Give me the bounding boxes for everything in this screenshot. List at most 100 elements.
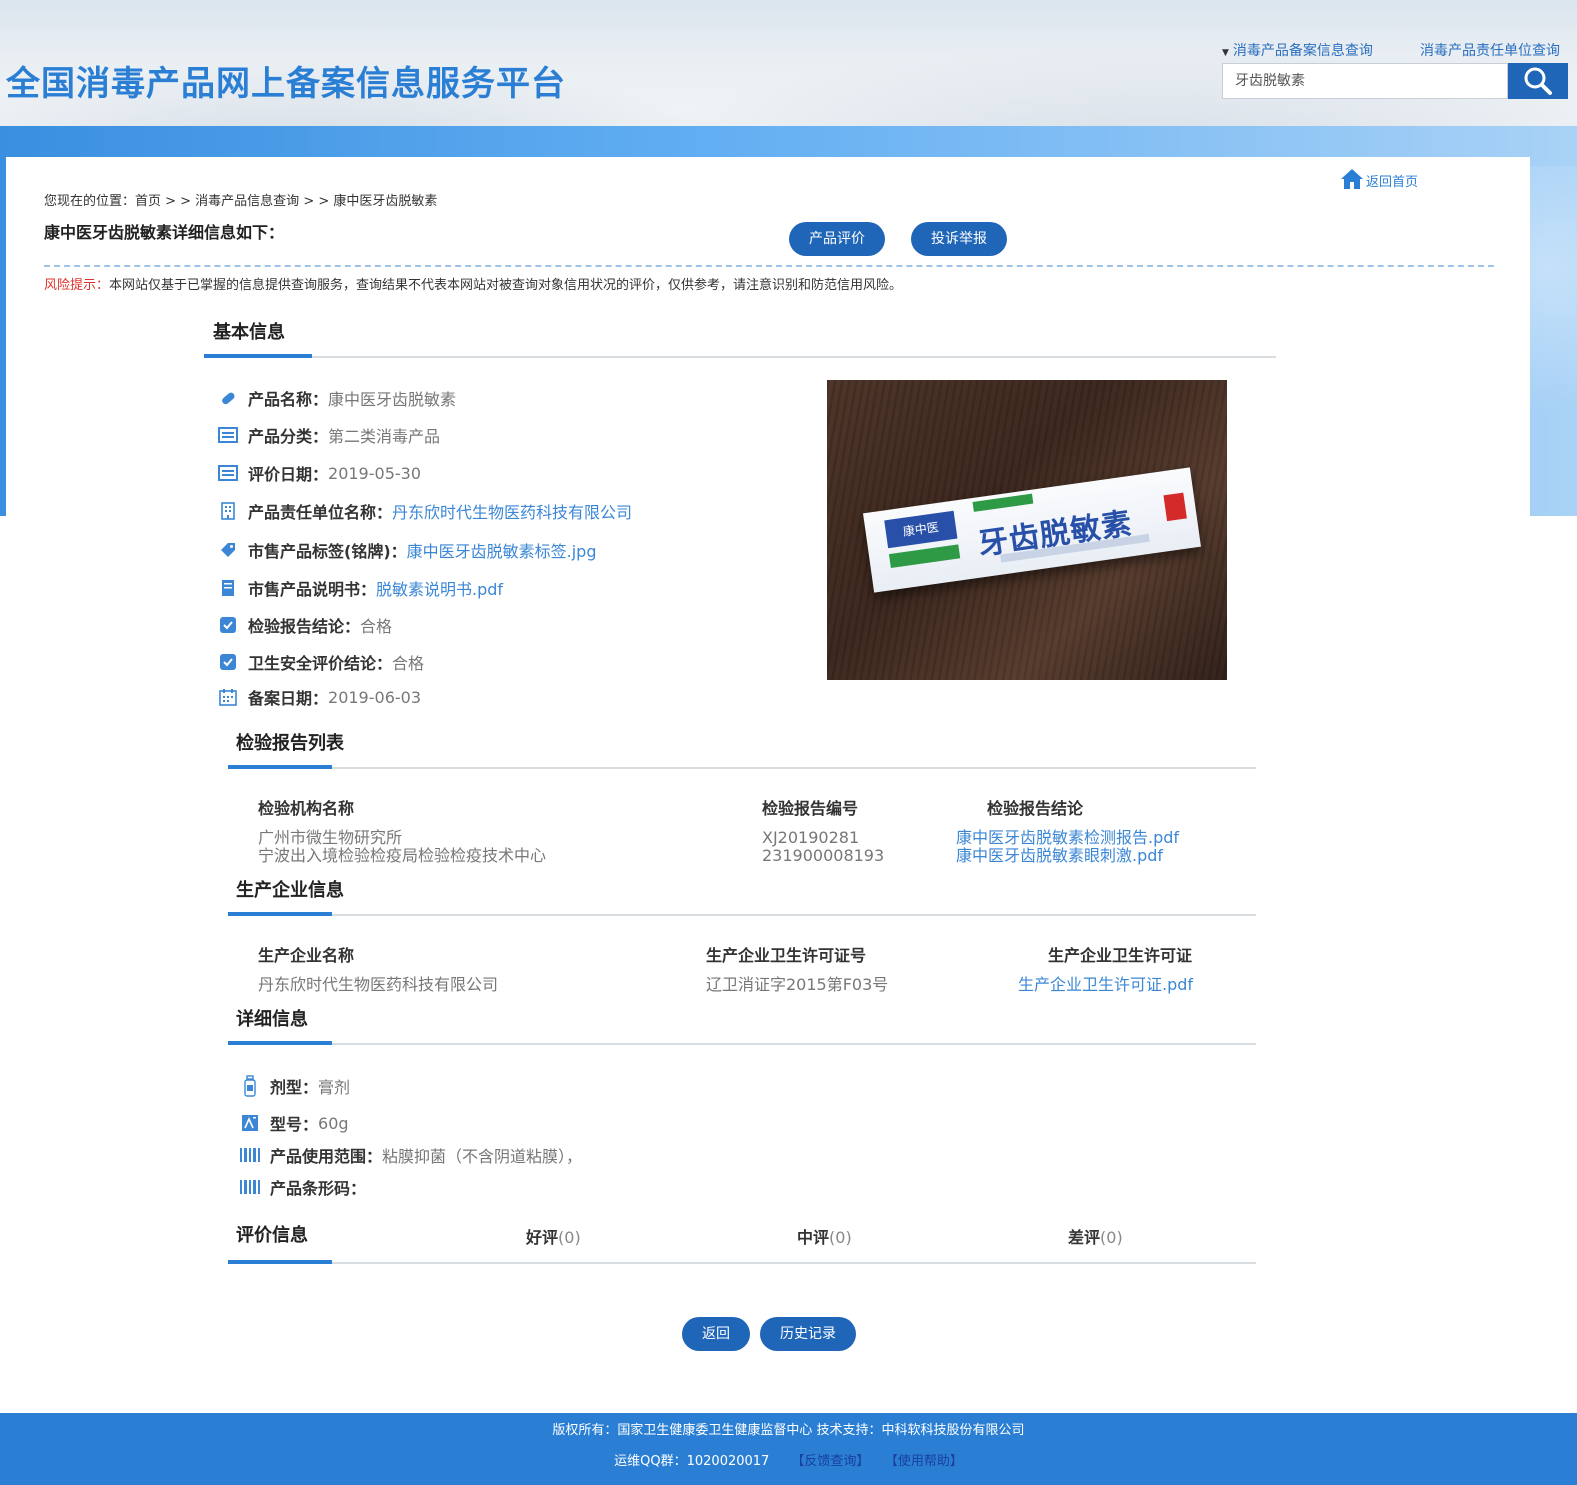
risk-notice: 风险提示：本网站仅基于已掌握的信息提供查询服务，查询结果不代表本网站对被查询对象… bbox=[44, 274, 902, 293]
review-mid[interactable]: 中评(0) bbox=[797, 1224, 852, 1248]
rate-button[interactable]: 产品评价 bbox=[789, 222, 885, 256]
info-row-product-name: 产品名称： 康中医牙齿脱敏素 bbox=[218, 386, 456, 410]
report-result-header: 检验报告结论 bbox=[987, 799, 1084, 818]
card-icon bbox=[218, 463, 238, 483]
home-icon bbox=[1341, 169, 1363, 189]
home-link-label: 返回首页 bbox=[1366, 175, 1419, 190]
producer-license-header: 生产企业卫生许可证 bbox=[1048, 946, 1193, 965]
label-file-label: 市售产品标签(铭牌)： bbox=[248, 542, 407, 561]
report-file-2[interactable]: 康中医牙齿脱敏素眼刺激.pdf bbox=[956, 847, 1163, 865]
report-org-header: 检验机构名称 bbox=[258, 799, 355, 818]
breadcrumb: 您现在的位置：首页 > > 消毒产品信息查询 > > 康中医牙齿脱敏素 bbox=[44, 194, 438, 209]
box-red-tag bbox=[1163, 492, 1187, 522]
search-button[interactable] bbox=[1508, 63, 1568, 99]
review-good-label: 好评 bbox=[526, 1228, 559, 1247]
review-good[interactable]: 好评(0) bbox=[526, 1224, 581, 1248]
toothpaste-box: 康中医 牙齿脱敏素 bbox=[863, 467, 1201, 593]
manual-link[interactable]: 脱敏素说明书.pdf bbox=[376, 576, 503, 600]
review-bad[interactable]: 差评(0) bbox=[1068, 1224, 1123, 1248]
card-icon bbox=[218, 425, 238, 445]
barcode-icon bbox=[240, 1177, 260, 1197]
info-row-category: 产品分类： 第二类消毒产品 bbox=[218, 423, 440, 447]
scope-value: 粘膜抑菌（不含阴道粘膜）， bbox=[382, 1147, 583, 1166]
detail-row-form: 剂型： 膏剂 bbox=[240, 1074, 350, 1098]
content-panel bbox=[6, 157, 1530, 1407]
review-mid-label: 中评 bbox=[797, 1228, 830, 1247]
safety-result-value: 合格 bbox=[392, 654, 425, 673]
record-date-label: 备案日期： bbox=[248, 689, 329, 708]
page-header: 全国消毒产品网上备案信息服务平台 ▼ 消毒产品备案信息查询 消毒产品责任单位查询 … bbox=[0, 0, 1577, 126]
category-value: 第二类消毒产品 bbox=[328, 427, 441, 446]
report-no-2: 231900008193 bbox=[762, 846, 885, 865]
manual-icon bbox=[218, 578, 238, 598]
section-line bbox=[228, 914, 1256, 916]
review-good-count: (0) bbox=[558, 1228, 581, 1247]
pill-icon bbox=[218, 388, 238, 408]
section-title-producer: 生产企业信息 bbox=[236, 880, 344, 901]
search-input[interactable]: 牙齿脱敏素 bbox=[1222, 63, 1508, 99]
unit-label: 产品责任单位名称： bbox=[248, 503, 393, 522]
review-mid-count: (0) bbox=[829, 1228, 852, 1247]
divider bbox=[44, 265, 1494, 267]
section-line bbox=[228, 767, 1256, 769]
label-file-link[interactable]: 康中医牙齿脱敏素标签.jpg bbox=[407, 538, 597, 562]
detail-row-scope: 产品使用范围： 粘膜抑菌（不含阴道粘膜）， bbox=[240, 1143, 582, 1167]
complain-button[interactable]: 投诉举报 bbox=[911, 222, 1007, 256]
feedback-link[interactable]: 【反馈查询】 bbox=[791, 1454, 869, 1469]
unit-link[interactable]: 丹东欣时代生物医药科技有限公司 bbox=[392, 499, 632, 523]
model-label: 型号： bbox=[270, 1115, 319, 1134]
section-line bbox=[228, 1043, 1256, 1045]
caret-down-icon: ▼ bbox=[1222, 48, 1229, 58]
detail-row-barcode: 产品条形码： bbox=[240, 1175, 366, 1199]
report-org-1: 广州市微生物研究所 bbox=[258, 828, 403, 847]
help-link[interactable]: 【使用帮助】 bbox=[891, 1454, 963, 1469]
detail-title: 康中医牙齿脱敏素详细信息如下： bbox=[44, 223, 285, 242]
box-green-tag bbox=[972, 493, 1034, 512]
footer-links: 运维QQ群：1020020017 【反馈查询】 【使用帮助】 bbox=[0, 1450, 1577, 1469]
section-title-reviews: 评价信息 bbox=[236, 1225, 308, 1246]
record-query-link[interactable]: ▼ 消毒产品备案信息查询 bbox=[1222, 40, 1373, 60]
eval-date-label: 评价日期： bbox=[248, 465, 329, 484]
report-org-2: 宁波出入境检验检疫局检验检疫技术中心 bbox=[258, 846, 547, 865]
section-accent bbox=[228, 912, 332, 916]
model-value: 60g bbox=[318, 1113, 349, 1133]
building-icon bbox=[218, 501, 238, 521]
producer-license-no-value: 辽卫消证字2015第F03号 bbox=[706, 975, 889, 994]
product-photo[interactable]: 康中医 牙齿脱敏素 bbox=[827, 380, 1227, 680]
section-accent bbox=[204, 354, 312, 358]
report-result-label: 检验报告结论： bbox=[248, 617, 361, 636]
form-value: 膏剂 bbox=[318, 1078, 351, 1097]
risk-text: 本网站仅基于已掌握的信息提供查询服务，查询结果不代表本网站对被查询对象信用状况的… bbox=[109, 278, 903, 293]
unit-query-link[interactable]: 消毒产品责任单位查询 bbox=[1420, 40, 1560, 60]
check-badge-icon bbox=[218, 615, 238, 635]
section-accent bbox=[228, 1041, 332, 1045]
history-button[interactable]: 历史记录 bbox=[760, 1317, 856, 1351]
info-row-eval-date: 评价日期： 2019-05-30 bbox=[218, 461, 421, 485]
site-title: 全国消毒产品网上备案信息服务平台 bbox=[6, 64, 566, 104]
back-button[interactable]: 返回 bbox=[682, 1317, 750, 1351]
eval-date-value: 2019-05-30 bbox=[328, 463, 421, 483]
bottle-icon bbox=[240, 1075, 260, 1097]
home-link[interactable]: 返回首页 bbox=[1340, 168, 1418, 190]
product-name-value: 康中医牙齿脱敏素 bbox=[328, 390, 457, 409]
search-icon bbox=[1524, 67, 1552, 95]
barcode-icon bbox=[240, 1145, 260, 1165]
producer-license-link[interactable]: 生产企业卫生许可证.pdf bbox=[1018, 976, 1193, 994]
section-accent bbox=[228, 1260, 332, 1264]
report-result-value: 合格 bbox=[360, 617, 393, 636]
producer-name-value: 丹东欣时代生物医药科技有限公司 bbox=[258, 975, 499, 994]
section-accent bbox=[228, 765, 332, 769]
risk-label: 风险提示： bbox=[44, 278, 110, 293]
report-no-1: XJ20190281 bbox=[762, 828, 860, 847]
report-file-1[interactable]: 康中医牙齿脱敏素检测报告.pdf bbox=[956, 829, 1179, 847]
calendar-icon bbox=[218, 687, 238, 707]
tag-icon bbox=[218, 540, 238, 560]
barcode-label: 产品条形码： bbox=[270, 1179, 367, 1198]
form-label: 剂型： bbox=[270, 1078, 319, 1097]
category-label: 产品分类： bbox=[248, 427, 329, 446]
product-brand: 康中医 bbox=[884, 510, 958, 549]
producer-license-no-header: 生产企业卫生许可证号 bbox=[706, 946, 867, 965]
section-title-basic: 基本信息 bbox=[213, 322, 285, 343]
check-badge-icon bbox=[218, 652, 238, 672]
section-title-reports: 检验报告列表 bbox=[236, 733, 344, 754]
